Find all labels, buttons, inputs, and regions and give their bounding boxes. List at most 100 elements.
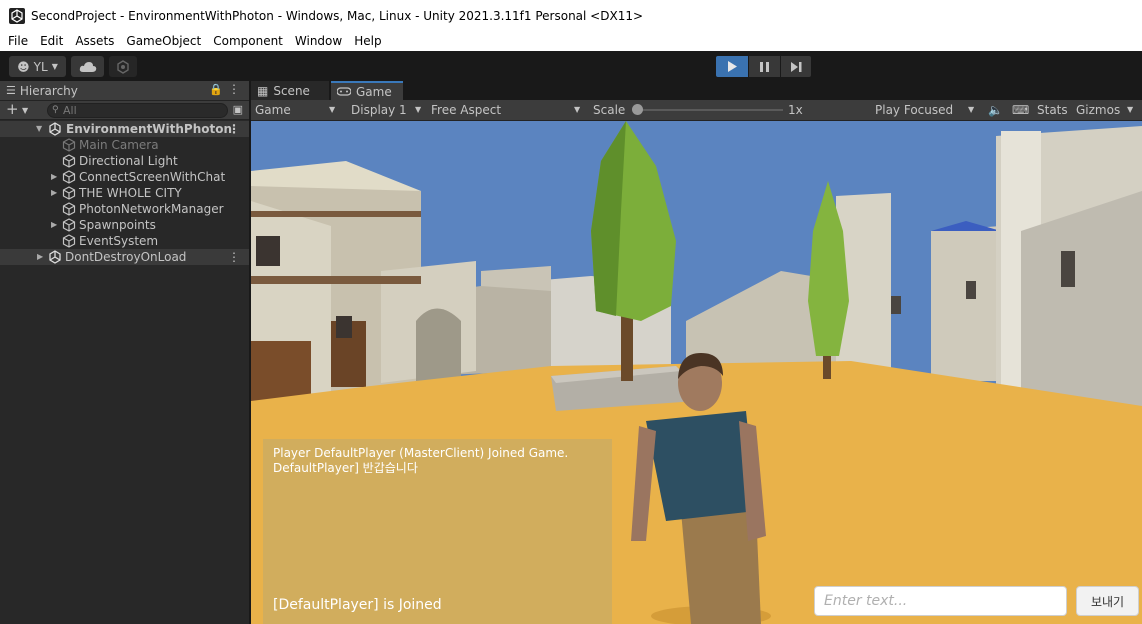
more-icon[interactable]: ⋮ xyxy=(228,249,240,265)
chevron-down-icon: ▼ xyxy=(968,105,975,114)
expand-arrow-icon[interactable]: ▶ xyxy=(37,249,43,265)
right-building-blue-roof xyxy=(931,226,1001,381)
tab-scene-label: Scene xyxy=(273,83,310,98)
display-dropdown[interactable]: Display 1 ▼ xyxy=(351,100,425,120)
chevron-down-icon: ▼ xyxy=(415,105,422,114)
tab-hierarchy[interactable]: ☰ Hierarchy 🔒 ⋮ xyxy=(0,81,249,100)
main-toolbar: ☻ YL ▼ xyxy=(0,51,1142,81)
hierarchy-tab-bar: ☰ Hierarchy 🔒 ⋮ xyxy=(0,81,249,100)
game-mode-dropdown[interactable]: Game ▼ xyxy=(255,100,341,120)
hierarchy-item-label: DontDestroyOnLoad xyxy=(65,250,187,264)
hierarchy-search-input[interactable]: ⚲ All xyxy=(47,103,228,118)
cloud-button[interactable] xyxy=(71,56,104,77)
right-window-3 xyxy=(966,281,976,299)
audio-mute-icon[interactable]: 🔈 xyxy=(988,100,1003,120)
lock-icon[interactable]: 🔒 xyxy=(209,83,223,96)
step-icon xyxy=(790,61,801,72)
cloud-icon xyxy=(79,61,96,72)
account-button[interactable]: ☻ YL ▼ xyxy=(9,56,66,77)
hierarchy-item-scene[interactable]: ▼ EnvironmentWithPhoton ⋮ xyxy=(0,121,249,137)
hierarchy-list: ▼ EnvironmentWithPhoton ⋮ Main Camera Di… xyxy=(0,121,249,265)
hierarchy-item[interactable]: Main Camera xyxy=(0,137,249,153)
hierarchy-item[interactable]: ▶ ConnectScreenWithChat xyxy=(0,169,249,185)
right-window xyxy=(1061,251,1075,287)
more-icon[interactable]: ⋮ xyxy=(228,121,240,137)
chevron-down-icon[interactable]: ▼ xyxy=(22,106,28,115)
tab-scene[interactable]: ▦ Scene xyxy=(251,81,329,100)
hierarchy-item[interactable]: EventSystem xyxy=(0,233,249,249)
gameobject-icon xyxy=(62,218,76,232)
menu-edit[interactable]: Edit xyxy=(34,34,69,48)
chevron-down-icon: ▼ xyxy=(1127,105,1134,114)
gameobject-icon xyxy=(62,170,76,184)
right-window-2 xyxy=(891,296,901,314)
step-button[interactable] xyxy=(781,56,811,77)
menu-help[interactable]: Help xyxy=(348,34,387,48)
gameobject-icon xyxy=(62,234,76,248)
game-toolbar: Game ▼ Display 1 ▼ Free Aspect ▼ Scale 1… xyxy=(251,100,1142,121)
play-button[interactable] xyxy=(716,56,748,77)
collab-icon xyxy=(117,59,129,74)
stats-button[interactable]: Stats xyxy=(1037,100,1068,120)
left-arch xyxy=(416,308,461,383)
chat-input[interactable]: Enter text... xyxy=(814,586,1067,616)
chat-message: DefaultPlayer] 반갑습니다 xyxy=(273,461,418,475)
send-button[interactable]: 보내기 xyxy=(1076,586,1139,616)
aspect-label: Free Aspect xyxy=(431,103,502,117)
chat-message: Player DefaultPlayer (MasterClient) Join… xyxy=(273,446,569,460)
hierarchy-panel: ☰ Hierarchy 🔒 ⋮ + ▼ ⚲ All ▣ ▼ Environmen… xyxy=(0,81,249,624)
menu-component[interactable]: Component xyxy=(207,34,289,48)
left-beam-2 xyxy=(251,211,421,217)
hierarchy-item-label: Main Camera xyxy=(79,138,159,152)
hierarchy-item-scene[interactable]: ▶ DontDestroyOnLoad ⋮ xyxy=(0,249,249,265)
game-viewport[interactable]: Player DefaultPlayer (MasterClient) Join… xyxy=(251,121,1142,624)
gizmos-label: Gizmos xyxy=(1076,103,1121,117)
gizmos-button[interactable]: Gizmos ▼ xyxy=(1076,100,1139,120)
menu-file[interactable]: File xyxy=(2,34,34,48)
user-icon: ☻ xyxy=(17,59,30,74)
keyboard-icon[interactable]: ⌨ xyxy=(1012,100,1029,120)
menu-bar: File Edit Assets GameObject Component Wi… xyxy=(0,31,1142,51)
game-panel: ▦ Scene Game Game ▼ Display 1 ▼ Free Asp… xyxy=(251,81,1142,624)
left-window-2 xyxy=(336,316,352,338)
menu-gameobject[interactable]: GameObject xyxy=(120,34,207,48)
unity-logo-icon xyxy=(9,7,25,24)
hierarchy-item-label: EnvironmentWithPhoton xyxy=(66,122,233,136)
gameobject-icon xyxy=(62,186,76,200)
play-icon xyxy=(728,61,737,72)
play-mode-dropdown[interactable]: Play Focused ▼ xyxy=(875,100,980,120)
scale-slider-track[interactable] xyxy=(633,109,783,111)
chevron-down-icon: ▼ xyxy=(329,105,336,114)
hierarchy-item-label: THE WHOLE CITY xyxy=(79,186,182,200)
pause-button[interactable] xyxy=(749,56,780,77)
tab-game[interactable]: Game xyxy=(331,81,403,100)
more-icon[interactable]: ⋮ xyxy=(228,82,240,96)
gamepad-icon xyxy=(337,87,351,96)
scene-grid-icon: ▦ xyxy=(257,83,269,98)
expand-arrow-icon[interactable]: ▶ xyxy=(51,185,57,201)
tab-game-label: Game xyxy=(356,84,392,99)
hierarchy-item[interactable]: ▶ Spawnpoints xyxy=(0,217,249,233)
collapse-arrow-icon[interactable]: ▼ xyxy=(36,121,42,137)
add-icon[interactable]: + xyxy=(6,101,19,118)
hierarchy-item[interactable]: ▶ THE WHOLE CITY xyxy=(0,185,249,201)
hierarchy-item[interactable]: Directional Light xyxy=(0,153,249,169)
window-title-bar: SecondProject - EnvironmentWithPhoton - … xyxy=(0,0,1142,31)
hierarchy-tab-label: Hierarchy xyxy=(19,83,78,98)
menu-assets[interactable]: Assets xyxy=(69,34,120,48)
tree-trunk xyxy=(621,311,633,381)
aspect-dropdown[interactable]: Free Aspect ▼ xyxy=(431,100,586,120)
unity-scene-icon xyxy=(49,250,61,264)
collab-button[interactable] xyxy=(109,56,137,77)
expand-arrow-icon[interactable]: ▶ xyxy=(51,217,57,233)
window-title: SecondProject - EnvironmentWithPhoton - … xyxy=(31,8,644,23)
hierarchy-item-label: ConnectScreenWithChat xyxy=(79,170,226,184)
scale-slider-handle[interactable] xyxy=(632,104,643,115)
hierarchy-item[interactable]: PhotonNetworkManager xyxy=(0,201,249,217)
pause-icon xyxy=(760,61,769,72)
expand-arrow-icon[interactable]: ▶ xyxy=(51,169,57,185)
game-mode-label: Game xyxy=(255,103,291,117)
menu-window[interactable]: Window xyxy=(289,34,348,48)
expand-icon[interactable]: ▣ xyxy=(233,103,243,116)
gameobject-icon xyxy=(62,138,76,152)
